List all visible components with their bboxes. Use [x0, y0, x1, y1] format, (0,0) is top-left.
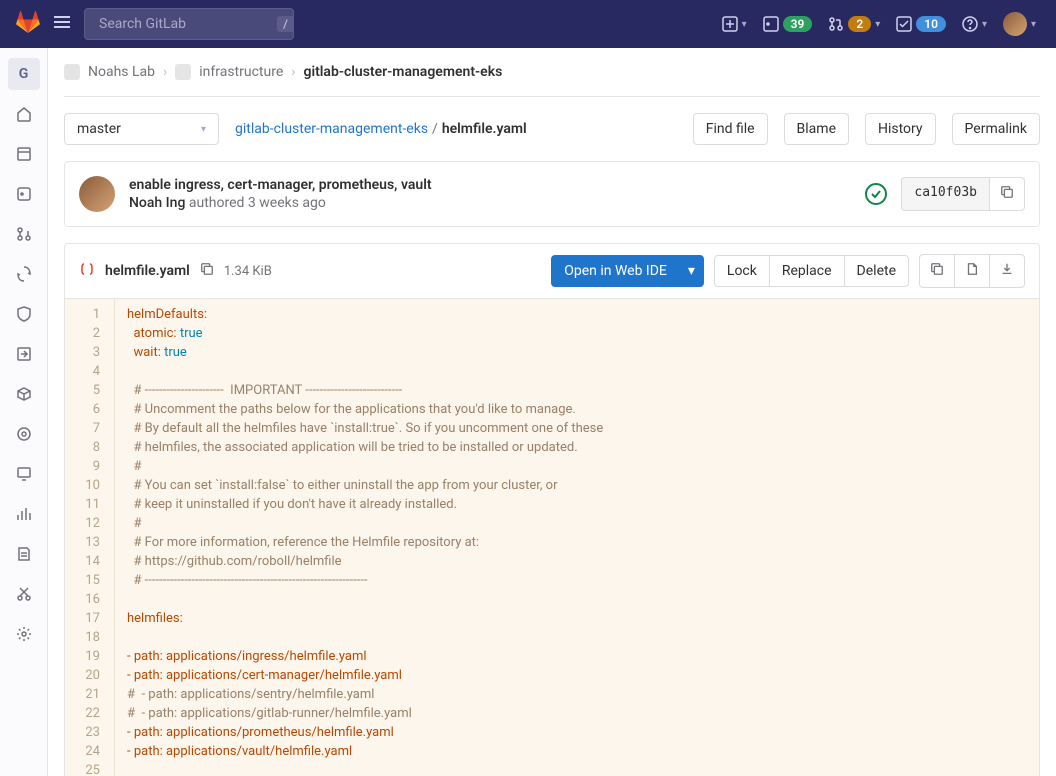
infrastructure-icon[interactable] — [12, 422, 36, 450]
breadcrumb-group[interactable]: Noahs Lab — [88, 64, 155, 80]
blame-button[interactable]: Blame — [784, 113, 849, 145]
commit-meta: Noah Ing authored 3 weeks ago — [129, 195, 851, 211]
copy-icon — [930, 262, 944, 276]
breadcrumb-project[interactable]: gitlab-cluster-management-eks — [303, 64, 502, 80]
file-size: 1.34 KiB — [224, 264, 272, 279]
permalink-button[interactable]: Permalink — [952, 113, 1040, 145]
chevron-down-icon: ▾ — [742, 19, 747, 30]
settings-icon[interactable] — [12, 622, 36, 650]
branch-selector[interactable]: master ▾ — [64, 113, 219, 145]
wiki-icon[interactable] — [12, 542, 36, 570]
monitor-icon[interactable] — [12, 462, 36, 490]
download-icon — [1000, 262, 1014, 276]
merge-requests-nav-icon[interactable] — [12, 222, 36, 250]
issues-link[interactable]: 39 — [759, 12, 817, 36]
create-menu[interactable]: ▾ — [718, 12, 751, 36]
path-file: helmfile.yaml — [442, 121, 527, 137]
chevron-down-icon: ▾ — [688, 263, 695, 279]
breadcrumb-subgroup[interactable]: infrastructure — [199, 64, 283, 80]
chevron-right-icon: › — [291, 64, 295, 80]
document-icon — [965, 262, 979, 276]
chevron-down-icon: ▾ — [1031, 19, 1036, 30]
web-ide-dropdown[interactable]: ▾ — [679, 255, 704, 287]
path-root[interactable]: gitlab-cluster-management-eks — [235, 121, 428, 137]
plus-icon — [722, 16, 738, 32]
commit-time: 3 weeks ago — [248, 195, 326, 211]
help-menu[interactable]: ▾ — [958, 12, 991, 36]
pipeline-status-passed-icon[interactable] — [865, 183, 887, 205]
issues-badge: 39 — [783, 16, 813, 32]
branch-name: master — [77, 121, 121, 137]
replace-button[interactable]: Replace — [769, 255, 845, 287]
repository-icon[interactable] — [12, 142, 36, 170]
chevron-right-icon: › — [163, 64, 167, 80]
raw-button[interactable] — [954, 254, 990, 288]
todo-link[interactable]: 10 — [892, 12, 950, 36]
copy-path-button[interactable] — [200, 262, 214, 280]
security-icon[interactable] — [12, 302, 36, 330]
last-commit: enable ingress, cert-manager, prometheus… — [64, 161, 1040, 227]
copy-icon — [200, 262, 214, 276]
project-sidebar: G — [0, 48, 48, 776]
search-shortcut: / — [277, 16, 294, 32]
todo-icon — [896, 16, 912, 32]
file-type-icon — [79, 261, 95, 281]
todo-badge: 10 — [916, 16, 946, 32]
line-numbers[interactable]: 1234567891011121314151617181920212223242… — [65, 299, 115, 776]
project-icon[interactable]: G — [8, 58, 40, 90]
help-icon — [962, 16, 978, 32]
hamburger-icon[interactable] — [48, 8, 76, 40]
breadcrumb: Noahs Lab › infrastructure › gitlab-clus… — [64, 48, 1040, 96]
user-menu[interactable]: ▾ — [999, 8, 1040, 40]
snippets-icon[interactable] — [12, 582, 36, 610]
file-bar: master ▾ gitlab-cluster-management-eks/h… — [64, 97, 1040, 161]
group-avatar-icon — [64, 64, 80, 80]
merge-request-icon — [828, 16, 844, 32]
delete-button[interactable]: Delete — [844, 255, 909, 287]
file-header: helmfile.yaml 1.34 KiB Open in Web IDE ▾… — [64, 243, 1040, 298]
cicd-icon[interactable] — [12, 262, 36, 290]
source-code[interactable]: helmDefaults: atomic: true wait: true # … — [115, 299, 1039, 776]
lock-button[interactable]: Lock — [714, 255, 770, 287]
search-box[interactable]: / — [84, 8, 294, 40]
code-view: 1234567891011121314151617181920212223242… — [64, 298, 1040, 776]
chevron-down-icon: ▾ — [201, 124, 206, 135]
chevron-down-icon: ▾ — [875, 19, 880, 30]
mr-badge: 2 — [848, 16, 871, 32]
deployments-icon[interactable] — [12, 342, 36, 370]
subgroup-avatar-icon — [175, 64, 191, 80]
copy-sha-button[interactable] — [990, 177, 1025, 211]
mr-link[interactable]: 2▾ — [824, 12, 884, 36]
user-avatar — [1003, 12, 1027, 36]
file-path: gitlab-cluster-management-eks/helmfile.y… — [235, 121, 527, 137]
copy-icon — [1000, 185, 1014, 199]
project-info-icon[interactable] — [12, 102, 36, 130]
issues-icon — [763, 16, 779, 32]
commit-sha[interactable]: ca10f03b — [901, 177, 990, 211]
find-file-button[interactable]: Find file — [693, 113, 768, 145]
top-nav: / ▾ 39 2▾ 10 ▾ ▾ — [0, 0, 1056, 48]
open-web-ide-button[interactable]: Open in Web IDE — [551, 255, 680, 287]
packages-icon[interactable] — [12, 382, 36, 410]
download-button[interactable] — [989, 254, 1025, 288]
chevron-down-icon: ▾ — [982, 19, 987, 30]
issues-nav-icon[interactable] — [12, 182, 36, 210]
analytics-icon[interactable] — [12, 502, 36, 530]
copy-contents-button[interactable] — [919, 254, 955, 288]
commit-author[interactable]: Noah Ing — [129, 195, 185, 211]
commit-author-avatar[interactable] — [79, 176, 115, 212]
file-name: helmfile.yaml — [105, 263, 190, 279]
main-content: Noahs Lab › infrastructure › gitlab-clus… — [48, 48, 1056, 776]
gitlab-logo[interactable] — [16, 10, 40, 38]
commit-title[interactable]: enable ingress, cert-manager, prometheus… — [129, 177, 851, 193]
search-input[interactable] — [99, 16, 277, 32]
history-button[interactable]: History — [865, 113, 936, 145]
